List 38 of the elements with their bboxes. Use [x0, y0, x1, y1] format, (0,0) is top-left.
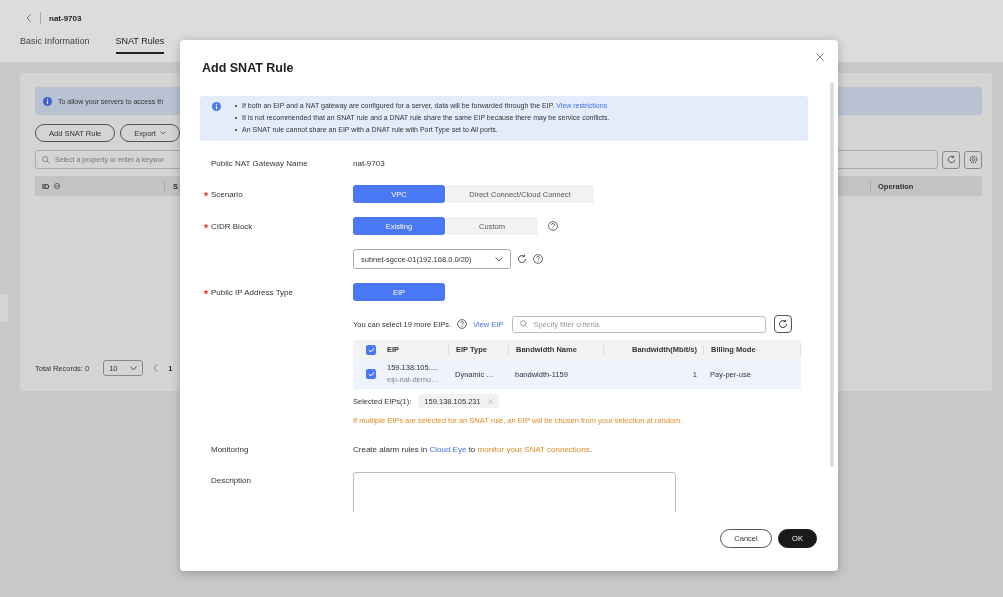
dialog-title: Add SNAT Rule — [202, 61, 294, 75]
help-icon[interactable] — [548, 221, 558, 231]
field-label: Monitoring — [211, 444, 249, 454]
field-label: CIDR Block — [211, 221, 253, 231]
cloud-eye-link[interactable]: Cloud Eye — [429, 444, 467, 454]
search-icon — [520, 320, 529, 328]
help-icon[interactable] — [457, 319, 468, 329]
refresh-icon — [778, 319, 789, 329]
chevron-icon — [159, 131, 166, 135]
close-icon[interactable] — [816, 53, 824, 61]
back-icon[interactable] — [26, 13, 32, 23]
row-checkbox[interactable] — [366, 369, 376, 379]
page-title: nat-9703 — [49, 13, 82, 23]
field-label: Description — [211, 476, 251, 485]
info-icon — [43, 96, 52, 106]
chevron-icon — [130, 365, 138, 371]
select-all-checkbox[interactable] — [366, 344, 376, 355]
tab[interactable]: Basic Information — [20, 36, 90, 54]
field-label: Public IP Address Type — [211, 287, 293, 297]
help-icon[interactable] — [533, 254, 543, 264]
settings-button[interactable] — [964, 150, 982, 169]
search-icon — [42, 155, 50, 164]
info-icon — [212, 102, 221, 111]
tab[interactable]: SNAT Rules — [115, 36, 165, 54]
field-label: Public NAT Gateway Name — [211, 158, 308, 168]
refresh-icon[interactable] — [517, 254, 527, 264]
settings-icon — [968, 155, 978, 164]
refresh-button[interactable] — [774, 315, 793, 333]
field-label: Scenario — [211, 189, 243, 199]
refresh-button[interactable] — [942, 150, 960, 169]
monitoring-text: Create alarm rules in Cloud Eye to monitor your SNAT connections. — [353, 444, 592, 454]
refresh-icon — [946, 155, 956, 164]
sort-icon[interactable] — [53, 182, 60, 190]
scrollbar[interactable] — [830, 82, 834, 467]
gateway-name-value: nat-9703 — [353, 158, 385, 168]
previous-page-icon[interactable] — [153, 364, 159, 372]
chevron-icon — [495, 256, 503, 262]
remove-icon[interactable] — [487, 398, 493, 404]
